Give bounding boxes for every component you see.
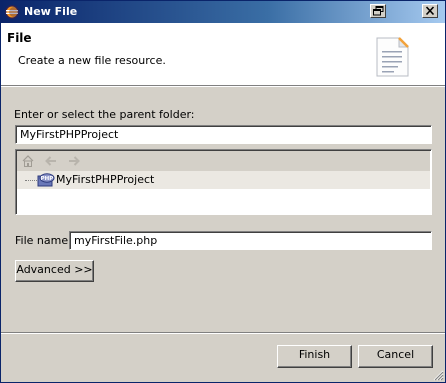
new-file-banner-icon [376,37,409,77]
resize-grip-icon[interactable] [432,369,444,381]
page-title: File [7,31,32,45]
restore-button[interactable] [370,4,386,18]
back-arrow-icon[interactable] [44,154,58,168]
header-divider [1,86,445,87]
php-project-icon: PHP [37,173,55,187]
new-file-dialog: New File File Create a new file resource… [0,0,446,383]
file-name-input[interactable]: myFirstFile.php [69,231,432,250]
tree-item-label: MyFirstPHPProject [56,173,155,186]
cancel-button[interactable]: Cancel [358,345,433,368]
forward-arrow-icon[interactable] [67,154,81,168]
eclipse-icon [5,5,19,19]
wizard-header: File Create a new file resource. [1,23,445,86]
window-title: New File [24,5,78,18]
close-button[interactable] [422,4,438,18]
svg-text:PHP: PHP [41,176,54,182]
parent-folder-label: Enter or select the parent folder: [14,108,195,121]
close-icon [425,6,435,16]
tree-toolbar [17,151,430,171]
folder-tree[interactable]: PHP MyFirstPHPProject [15,149,432,215]
title-bar[interactable]: New File [1,1,445,23]
tree-item-myfirstphpproject[interactable]: PHP MyFirstPHPProject [17,171,430,189]
button-bar-divider [1,332,445,334]
file-name-label: File name: [15,234,72,247]
page-description: Create a new file resource. [18,54,166,67]
restore-icon [373,6,384,16]
parent-folder-input[interactable]: MyFirstPHPProject [15,125,432,144]
finish-button[interactable]: Finish [277,345,352,368]
go-home-icon[interactable] [21,154,35,168]
advanced-button[interactable]: Advanced >> [15,260,94,282]
